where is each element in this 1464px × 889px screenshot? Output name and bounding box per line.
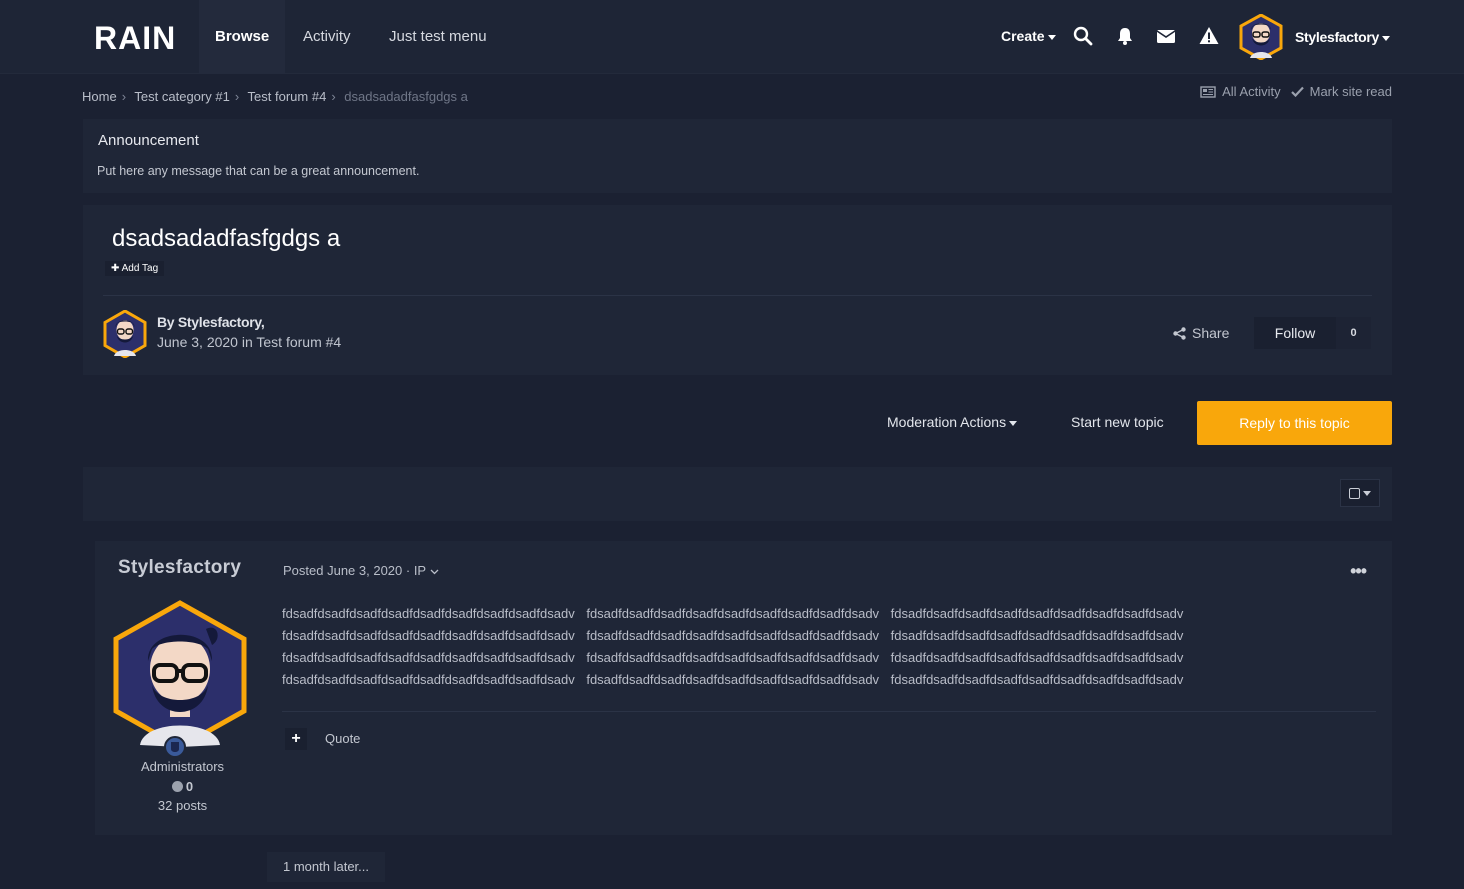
multiquote-button[interactable]: + (285, 728, 307, 750)
plus-icon: ✚ (111, 263, 120, 274)
nav-just-test-menu[interactable]: Just test menu (373, 0, 503, 74)
topic-meta: June 3, 2020 in Test forum #4 (157, 334, 342, 350)
chevron-right-icon: › (331, 89, 336, 104)
post: Stylesfactory Administrators 0 32 posts … (95, 541, 1392, 835)
topic-author[interactable]: By Stylesfactory, (157, 314, 265, 330)
chevron-right-icon: › (234, 89, 240, 104)
follow-button[interactable]: Follow 0 (1254, 317, 1371, 349)
add-tag-label: Add Tag (121, 263, 159, 274)
moderation-actions-label: Moderation Actions (887, 414, 1007, 430)
post-content-line: fdsadfdsadfdsadfdsadfdsadfdsadfdsadfdsad… (282, 606, 1184, 621)
announcement-message: Put here any message that can be a great… (97, 164, 420, 178)
divider (103, 295, 1372, 296)
bell-icon[interactable] (1115, 26, 1135, 46)
chevron-right-icon: › (121, 89, 127, 104)
announcement-panel: Announcement Put here any message that c… (83, 119, 1392, 193)
mark-site-read-link[interactable]: Mark site read (1310, 84, 1392, 99)
username: Stylesfactory (1295, 29, 1380, 45)
breadcrumb-category[interactable]: Test category #1 (134, 89, 229, 104)
follow-label: Follow (1274, 325, 1316, 341)
reputation-icon (171, 781, 183, 792)
topic-header: dsadsadadfasfgdgs a ✚ Add Tag By Stylesf… (83, 205, 1392, 375)
moderation-actions-menu[interactable]: Moderation Actions (887, 414, 1018, 430)
post-date: Posted June 3, 2020 · IP (283, 563, 426, 578)
reputation: 0 (95, 779, 270, 794)
posts-toolbar (83, 467, 1392, 521)
chevron-down-icon (1047, 34, 1056, 40)
post-author-avatar[interactable] (110, 599, 250, 759)
breadcrumb-actions: All Activity Mark site read (1200, 84, 1392, 99)
quote-button[interactable]: Quote (325, 731, 360, 746)
chevron-down-icon (1382, 35, 1391, 41)
member-group: Administrators (140, 759, 225, 774)
reputation-value: 0 (185, 779, 194, 794)
user-avatar[interactable] (1238, 14, 1284, 60)
topic-title: dsadsadadfasfgdgs a (112, 225, 341, 252)
chevron-down-icon (1363, 490, 1371, 496)
select-posts-button[interactable] (1340, 479, 1380, 507)
breadcrumb-current: dsadsadadfasfgdgs a (344, 89, 468, 104)
follow-count: 0 (1336, 317, 1371, 349)
share-icon (1173, 326, 1186, 340)
envelope-icon[interactable] (1156, 26, 1176, 46)
breadcrumb-forum[interactable]: Test forum #4 (248, 89, 327, 104)
post-content-line: fdsadfdsadfdsadfdsadfdsadfdsadfdsadfdsad… (282, 672, 1184, 687)
create-label: Create (1001, 28, 1045, 44)
checkbox-icon (1349, 487, 1360, 499)
user-menu[interactable]: Stylesfactory (1295, 29, 1391, 45)
post-options-menu[interactable]: ••• (1350, 561, 1367, 582)
nav-activity[interactable]: Activity (287, 0, 367, 74)
start-new-topic-button[interactable]: Start new topic (1071, 414, 1164, 430)
post-count: 32 posts (157, 798, 208, 813)
post-content: fdsadfdsadfdsadfdsadfdsadfdsadfdsadfdsad… (282, 603, 1292, 691)
time-gap-label: 1 month later... (267, 852, 385, 882)
breadcrumb: Home › Test category #1 › Test forum #4 › d… (82, 89, 472, 104)
post-content-line: fdsadfdsadfdsadfdsadfdsadfdsadfdsadfdsad… (282, 628, 1184, 643)
all-activity-link[interactable]: All Activity (1222, 84, 1281, 99)
breadcrumb-home[interactable]: Home (82, 89, 117, 104)
author-avatar[interactable] (103, 310, 147, 358)
chevron-down-icon (1009, 420, 1018, 426)
search-icon[interactable] (1073, 26, 1093, 46)
post-author-name[interactable]: Stylesfactory (118, 557, 241, 579)
share-button[interactable]: Share (1173, 325, 1229, 341)
warning-icon[interactable] (1199, 26, 1219, 46)
divider (282, 711, 1376, 712)
post-content-line: fdsadfdsadfdsadfdsadfdsadfdsadfdsadfdsad… (282, 650, 1184, 665)
top-navigation-bar: RAIN Browse Activity Just test menu Crea… (0, 0, 1464, 74)
reply-to-topic-button[interactable]: Reply to this topic (1197, 401, 1392, 445)
newspaper-icon (1200, 85, 1216, 98)
create-menu[interactable]: Create (1001, 28, 1056, 44)
nav-browse[interactable]: Browse (199, 0, 286, 74)
site-logo[interactable]: RAIN (94, 20, 176, 57)
chevron-down-icon (430, 569, 438, 575)
share-label: Share (1192, 325, 1230, 341)
post-meta[interactable]: Posted June 3, 2020 · IP (283, 563, 439, 578)
check-icon (1290, 86, 1304, 97)
announcement-title: Announcement (98, 132, 199, 149)
add-tag-button[interactable]: ✚ Add Tag (105, 261, 165, 276)
